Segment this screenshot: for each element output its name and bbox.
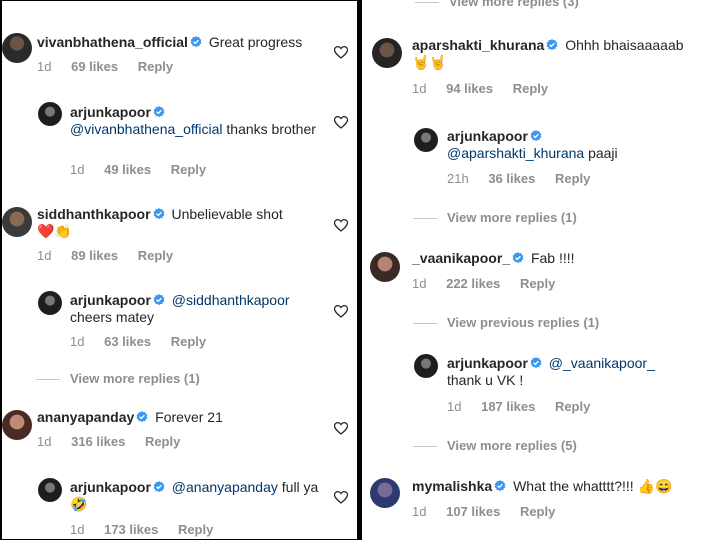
right-comments-panel: View more replies (3) aparshakti_khurana…: [362, 0, 720, 540]
mention-link[interactable]: @ananyapanday: [172, 479, 278, 495]
reply-button[interactable]: Reply: [520, 504, 555, 519]
likes-count[interactable]: 107 likes: [446, 504, 500, 519]
left-comments-panel: vivanbhathena_official Great progress 1d…: [2, 1, 357, 539]
avatar[interactable]: [38, 478, 62, 502]
heart-icon[interactable]: [334, 491, 348, 504]
comment-time: 1d: [70, 522, 85, 537]
comment-time: 1d: [412, 504, 427, 519]
emoji: 👍😄: [637, 478, 673, 494]
avatar[interactable]: [370, 478, 400, 508]
comment-text: full ya: [281, 479, 319, 495]
emoji: 🤣: [70, 496, 88, 512]
reply-button[interactable]: Reply: [178, 522, 213, 537]
comment-username[interactable]: arjunkapoor: [70, 479, 151, 495]
verified-icon: [152, 481, 165, 493]
reply-comment: arjunkapoor @ananyapanday full ya 🤣 1d 1…: [2, 1, 357, 539]
likes-count[interactable]: 173 likes: [104, 522, 158, 537]
comment-text: What the whatttt?!!!: [513, 478, 634, 494]
verified-icon: [494, 480, 507, 492]
comment: mymalishka What the whatttt?!!! 👍😄 1d 10…: [362, 0, 720, 530]
comment-username[interactable]: mymalishka: [412, 478, 492, 494]
